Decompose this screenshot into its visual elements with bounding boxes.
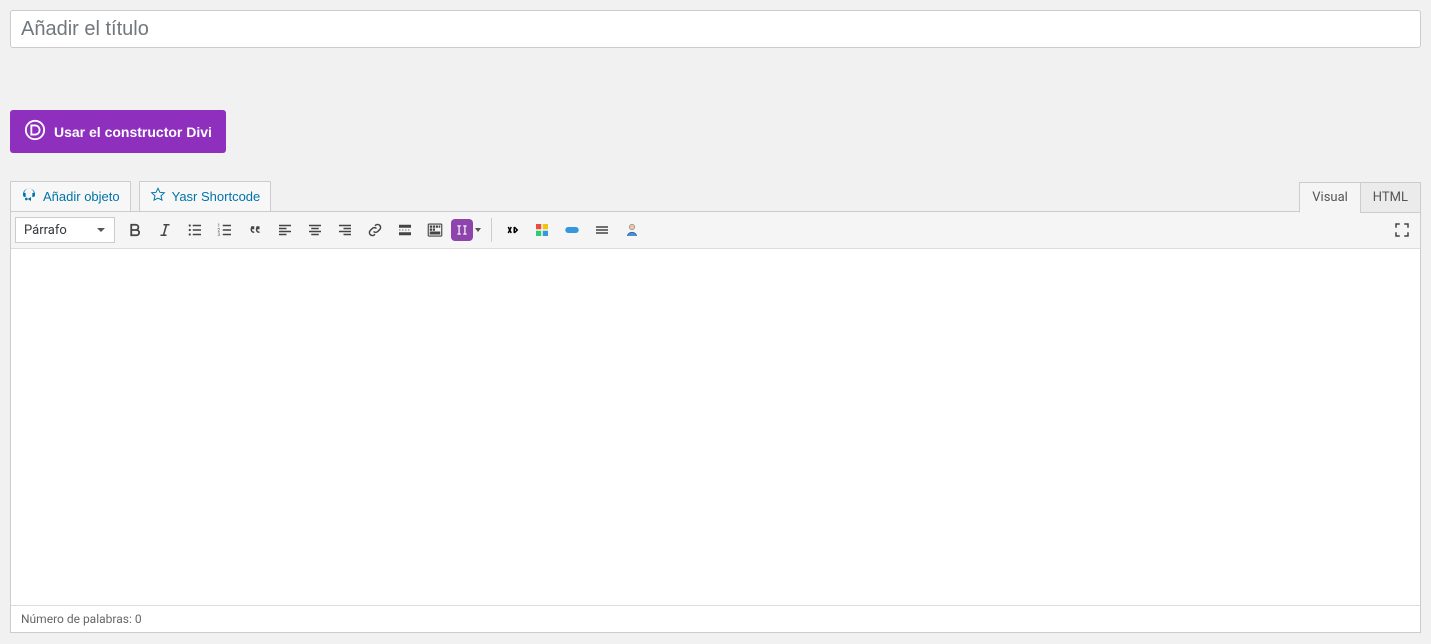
yasr-shortcode-button[interactable]: Yasr Shortcode — [139, 181, 272, 212]
divi-logo-icon — [24, 119, 46, 144]
fullscreen-button[interactable] — [1388, 216, 1416, 244]
add-media-button[interactable]: Añadir objeto — [10, 181, 131, 212]
bold-button[interactable] — [121, 216, 149, 244]
table-button[interactable] — [528, 216, 556, 244]
user-button[interactable] — [618, 216, 646, 244]
toolbar-separator — [491, 218, 492, 242]
use-divi-builder-label: Usar el constructor Divi — [54, 124, 212, 140]
shortcodes-ultimate-button[interactable] — [451, 219, 473, 241]
paragraph-format-select[interactable]: Párrafo — [15, 217, 115, 243]
editor-content-area[interactable] — [11, 249, 1420, 605]
status-bar: Número de palabras: 0 — [11, 605, 1420, 632]
word-count-label: Número de palabras: 0 — [21, 612, 142, 626]
editor-toolbar: Párrafo 123 — [11, 212, 1420, 249]
align-center-button[interactable] — [301, 216, 329, 244]
editor-container: Párrafo 123 — [10, 211, 1421, 633]
svg-text:3: 3 — [218, 232, 221, 238]
tab-visual[interactable]: Visual — [1299, 182, 1361, 213]
post-title-input[interactable] — [10, 10, 1421, 48]
italic-button[interactable] — [151, 216, 179, 244]
chevron-down-icon — [97, 228, 105, 232]
use-divi-builder-button[interactable]: Usar el constructor Divi — [10, 110, 226, 153]
ordered-list-button[interactable]: 123 — [211, 216, 239, 244]
insert-link-button[interactable] — [361, 216, 389, 244]
divider-button[interactable] — [588, 216, 616, 244]
star-icon — [150, 187, 166, 206]
yasr-shortcode-label: Yasr Shortcode — [172, 189, 261, 204]
chevron-down-icon[interactable] — [475, 228, 481, 232]
format-select-label: Párrafo — [24, 223, 67, 238]
toolbar-toggle-button[interactable] — [421, 216, 449, 244]
apl-button[interactable] — [498, 216, 526, 244]
media-icon — [21, 187, 37, 206]
blockquote-button[interactable] — [241, 216, 269, 244]
add-media-label: Añadir objeto — [43, 189, 120, 204]
align-left-button[interactable] — [271, 216, 299, 244]
align-right-button[interactable] — [331, 216, 359, 244]
button-insert-button[interactable] — [558, 216, 586, 244]
unordered-list-button[interactable] — [181, 216, 209, 244]
insert-more-button[interactable] — [391, 216, 419, 244]
tab-html[interactable]: HTML — [1360, 182, 1421, 213]
